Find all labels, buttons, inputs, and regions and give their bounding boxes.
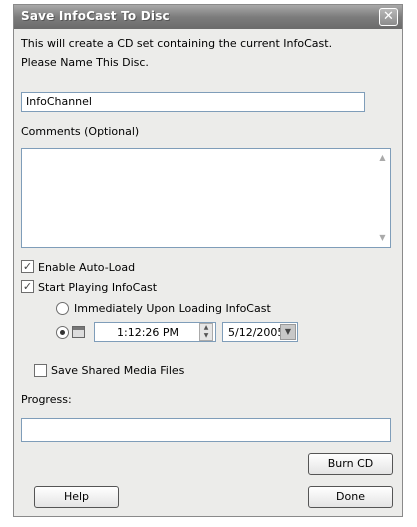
dialog-title: Save InfoCast To Disc [21,9,170,23]
scheduled-radio[interactable] [56,326,69,339]
title-bar[interactable]: Save InfoCast To Disc ✕ [14,5,402,29]
enable-autoload-label[interactable]: Enable Auto-Load [38,261,135,274]
dropdown-arrow-icon[interactable]: ▼ [280,324,296,340]
time-picker[interactable]: 1:12:26 PM [94,322,216,342]
immediately-radio[interactable] [56,302,69,315]
progress-label: Progress: [21,393,72,406]
scroll-down-icon[interactable]: ▼ [378,234,387,242]
start-playing-checkbox[interactable]: ✓ [21,280,34,293]
comments-label: Comments (Optional) [21,125,140,138]
date-value: 5/12/2005 [228,326,285,339]
spin-up-icon[interactable]: ▲ [200,324,212,332]
time-value: 1:12:26 PM [117,326,180,339]
name-prompt: Please Name This Disc. [21,56,149,69]
comments-textarea[interactable]: ▲ ▼ [21,148,391,248]
burn-cd-button[interactable]: Burn CD [308,453,393,475]
spin-down-icon[interactable]: ▼ [200,332,212,340]
time-spinner[interactable]: ▲ ▼ [199,323,213,341]
calendar-icon [72,326,85,338]
date-picker[interactable]: 5/12/2005 ▼ [222,322,298,342]
done-button[interactable]: Done [308,486,393,508]
check-icon: ✓ [22,260,33,273]
enable-autoload-checkbox[interactable]: ✓ [21,260,34,273]
scroll-up-icon[interactable]: ▲ [378,154,387,162]
start-playing-label[interactable]: Start Playing InfoCast [38,281,157,294]
check-icon: ✓ [22,280,33,293]
close-icon[interactable]: ✕ [379,8,398,26]
save-infocast-dialog: Save InfoCast To Disc ✕ This will create… [13,4,403,517]
intro-text: This will create a CD set containing the… [21,37,333,50]
immediately-label[interactable]: Immediately Upon Loading InfoCast [74,302,271,315]
disc-name-input[interactable]: InfoChannel [21,92,365,112]
save-shared-label[interactable]: Save Shared Media Files [51,364,184,377]
progress-bar [21,418,391,442]
save-shared-checkbox[interactable] [34,364,47,377]
help-button[interactable]: Help [34,486,119,508]
